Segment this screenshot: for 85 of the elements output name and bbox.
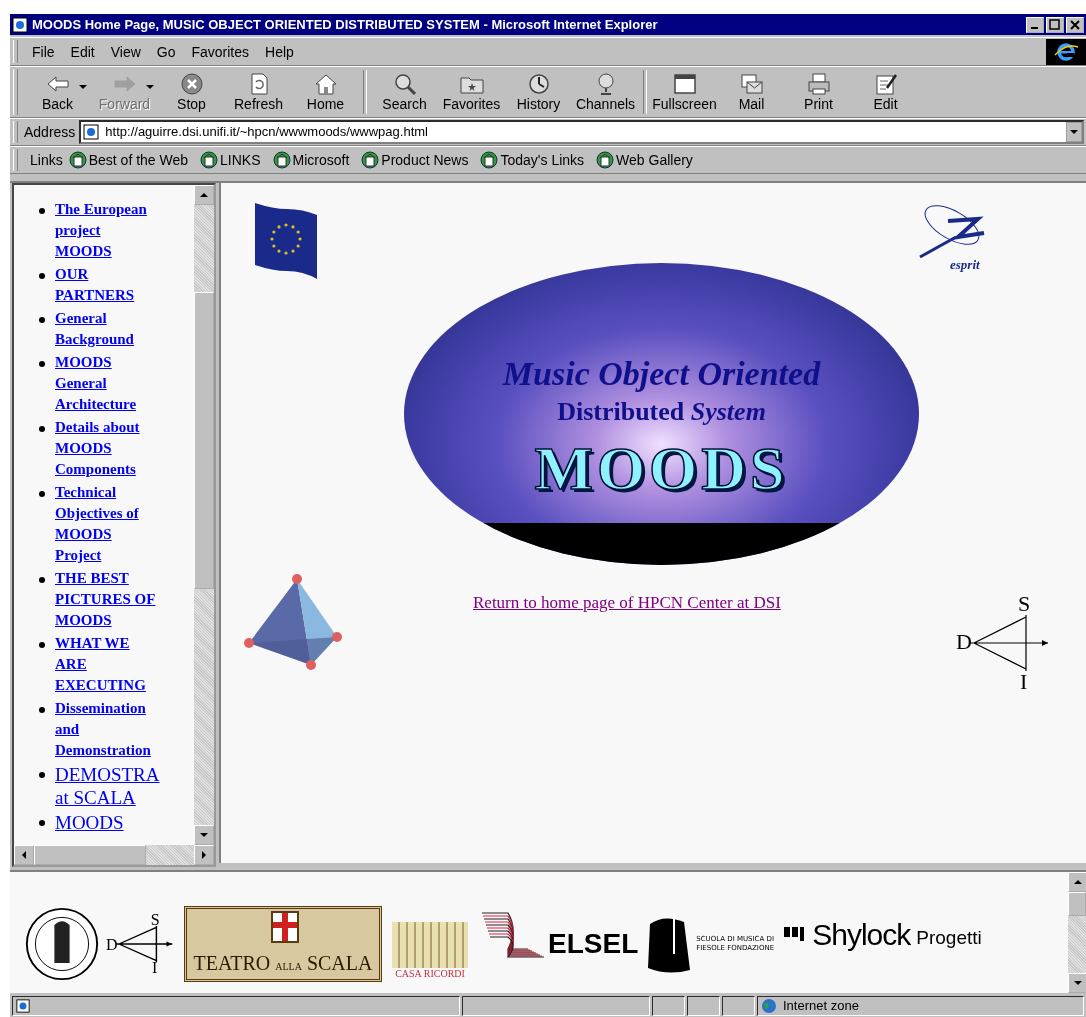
history-button[interactable]: History <box>505 72 572 112</box>
menu-item[interactable]: Edit <box>62 43 103 60</box>
address-field[interactable]: http://aguirre.dsi.unifi.it/~hpcn/wwwmoods/wwwpag.html <box>79 119 1084 144</box>
nav-link[interactable]: Technical Objectives of MOODS Project <box>55 481 159 566</box>
sdi-diagram: S D I <box>956 592 1056 693</box>
scroll-left-icon[interactable] <box>22 850 26 859</box>
flag-icon <box>253 200 319 281</box>
nav-link[interactable]: The European project MOODS <box>55 198 159 262</box>
status-panel <box>687 995 720 1016</box>
menu-item[interactable]: Help <box>257 43 302 60</box>
stop-icon <box>178 72 205 96</box>
printer-icon <box>805 72 832 96</box>
nav-link[interactable]: THE BEST PICTURES OF MOODS <box>55 567 159 631</box>
page-icon <box>68 150 87 169</box>
maximize-button[interactable] <box>1046 16 1064 33</box>
mail-button[interactable]: Mail <box>718 72 785 112</box>
nav-link[interactable]: Details about MOODS Components <box>55 416 159 480</box>
link-button[interactable]: Product News <box>361 150 469 169</box>
channels-button[interactable]: Channels <box>572 72 639 112</box>
edit-button[interactable]: Edit <box>852 72 919 112</box>
scroll-down-icon[interactable] <box>1074 980 1082 985</box>
vertical-scrollbar[interactable] <box>194 184 214 845</box>
page-icon <box>361 150 380 169</box>
links-label: Links <box>30 151 63 168</box>
link-button[interactable]: Microsoft <box>272 150 350 169</box>
envelope-icon <box>738 72 765 96</box>
page-icon <box>272 150 291 169</box>
nav-link[interactable]: General Background <box>55 307 159 350</box>
banner-image: Music Object Oriented Distributed System MOODS <box>404 262 919 565</box>
elsel-logo: ELSEL <box>548 928 639 961</box>
scroll-up-icon[interactable] <box>1074 879 1082 884</box>
page-icon <box>83 123 100 140</box>
status-panel <box>722 995 755 1016</box>
vertical-scrollbar[interactable] <box>1068 871 1086 993</box>
link-button[interactable]: Web Gallery <box>596 150 693 169</box>
page-icon <box>596 150 615 169</box>
favorites-button[interactable]: Favorites <box>438 72 505 112</box>
link-button[interactable]: Today's Links <box>480 150 585 169</box>
zone-label: Internet zone <box>783 998 859 1014</box>
address-label: Address <box>24 123 76 140</box>
sdi-diagram: S D I <box>106 912 178 977</box>
close-button[interactable] <box>1066 16 1084 33</box>
globe-icon <box>761 997 777 1014</box>
menu-item[interactable]: View <box>102 43 149 60</box>
link-button[interactable]: Best of the Web <box>68 150 189 169</box>
nav-link[interactable]: DEMOSTRA at SCALA <box>55 762 175 809</box>
window-icon <box>671 72 698 96</box>
search-button[interactable]: Search <box>371 72 438 112</box>
menu-item[interactable]: File <box>24 43 63 60</box>
link-button[interactable]: LINKS <box>200 150 261 169</box>
refresh-button[interactable]: Refresh <box>225 72 292 112</box>
home-page-link[interactable]: Return to home page of HPCN Center at DSI <box>473 592 781 613</box>
page-icon <box>12 16 28 33</box>
scroll-thumb[interactable] <box>1068 891 1086 917</box>
scala-logo: TEATRO ALLA SCALA <box>184 906 382 983</box>
menu-item[interactable]: Favorites <box>183 43 258 60</box>
scroll-up-icon[interactable] <box>200 192 208 197</box>
back-button[interactable]: Back <box>24 72 91 112</box>
scroll-thumb[interactable] <box>194 291 214 590</box>
university-seal-icon <box>24 906 100 983</box>
shylock-logo: Shylock Progetti <box>782 917 982 952</box>
stop-button[interactable]: Stop <box>158 72 225 112</box>
dropdown-arrow-icon[interactable] <box>79 85 87 89</box>
page-icon <box>480 150 499 169</box>
print-button[interactable]: Print <box>785 72 852 112</box>
nav-link[interactable]: MOODS <box>55 810 175 834</box>
menu-item[interactable]: Go <box>148 43 184 60</box>
nav-link[interactable]: MOODS General Architecture <box>55 351 159 415</box>
minimize-button[interactable] <box>1026 16 1044 33</box>
page-icon <box>200 150 219 169</box>
horizontal-scrollbar[interactable] <box>14 844 214 865</box>
window-title: MOODS Home Page, MUSIC OBJECT ORIENTED DISTRIBUTED SYSTEM - Microsoft Internet Explorer <box>32 17 659 33</box>
nav-link[interactable]: WHAT WE ARE EXECUTING <box>55 632 159 696</box>
home-button[interactable]: Home <box>292 72 359 112</box>
scroll-thumb[interactable] <box>34 844 146 865</box>
nav-link[interactable]: Dissemination and Demonstration <box>55 697 159 761</box>
fullscreen-button[interactable]: Fullscreen <box>651 72 718 112</box>
browser-logo-icon <box>1046 38 1086 65</box>
scroll-right-icon[interactable] <box>202 850 206 859</box>
dropdown-button[interactable] <box>1066 121 1082 142</box>
page-icon <box>16 998 30 1013</box>
scroll-down-icon[interactable] <box>200 832 208 837</box>
esprit-logo: esprit <box>918 200 998 279</box>
nav-link[interactable]: OUR PARTNERS <box>55 263 159 306</box>
status-panel <box>652 995 685 1016</box>
